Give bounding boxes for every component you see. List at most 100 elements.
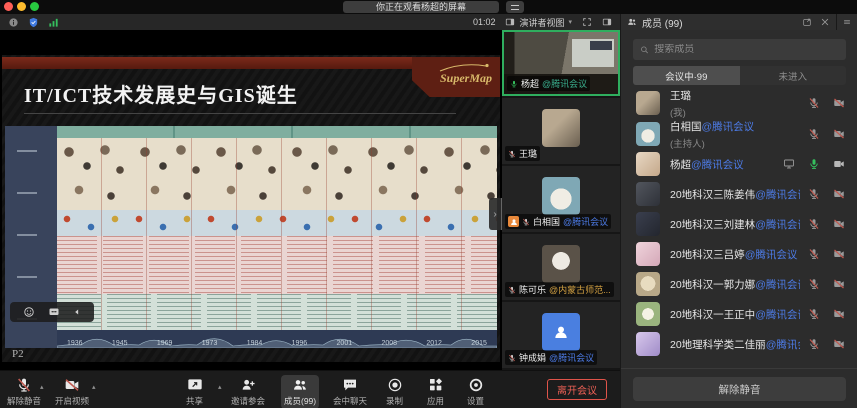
search-icon — [640, 45, 649, 55]
collapse-left-icon[interactable] — [73, 308, 81, 316]
mic-off-icon — [508, 286, 516, 294]
camera-off-icon[interactable] — [833, 308, 845, 320]
mic-off-icon[interactable] — [808, 308, 820, 320]
start-video-button[interactable]: 开启视频 — [52, 375, 92, 408]
camera-off-icon[interactable] — [833, 188, 845, 200]
camera-on-icon[interactable] — [833, 158, 845, 170]
slide-title: IT/ICT技术发展史与GIS诞生 — [24, 79, 298, 108]
member-row[interactable]: 20地科汉一王正中@腾讯会议 — [621, 299, 857, 329]
mic-on-icon[interactable] — [808, 158, 820, 170]
view-mode-dropdown[interactable]: 演讲者视图 ▾ — [505, 16, 572, 29]
chevron-down-icon: ▾ — [568, 18, 572, 26]
meeting-info-icon[interactable] — [8, 17, 19, 28]
security-shield-icon[interactable] — [28, 17, 39, 28]
member-row[interactable]: 白相国@腾讯会议 (主持人) — [621, 118, 857, 149]
camera-off-icon[interactable] — [833, 218, 845, 230]
mic-off-icon[interactable] — [808, 338, 820, 350]
tab-in-meeting[interactable]: 会议中·99 — [633, 66, 740, 85]
members-panel-footer: 解除静音 — [621, 368, 857, 408]
avatar — [636, 242, 660, 266]
smiley-reaction-icon[interactable] — [23, 306, 35, 318]
video-tile-wanglu[interactable]: 王璐 — [502, 98, 620, 164]
mic-off-icon[interactable] — [808, 218, 820, 230]
avatar — [636, 332, 660, 356]
camera-off-icon[interactable] — [833, 338, 845, 350]
camera-off-icon[interactable] — [833, 278, 845, 290]
member-row[interactable]: 20地科汉三吕婷@腾讯会议 — [621, 239, 857, 269]
leave-meeting-button[interactable]: 离开会议 — [547, 379, 607, 400]
record-icon — [387, 377, 403, 393]
layout-grid-icon — [505, 17, 515, 27]
member-name: 20地科汉一王正中 — [670, 309, 755, 321]
mic-options-caret[interactable]: ▴ — [40, 383, 44, 391]
timeline-year-labels: 19361945 19691973 19841996 20012008 2012… — [57, 340, 497, 347]
unmute-button[interactable]: 解除静音 — [4, 375, 44, 408]
video-tile-yangchao[interactable]: 杨超 @腾讯会议 — [502, 30, 620, 96]
video-tile-chenkele[interactable]: 陈可乐 @内蒙古师范... — [502, 234, 620, 300]
video-tile-baixiangguo[interactable]: 白相国 @腾讯会议 — [502, 166, 620, 232]
camera-off-icon[interactable] — [833, 248, 845, 260]
record-button[interactable]: 录制 — [383, 375, 406, 408]
chat-button[interactable]: 会中聊天 — [330, 375, 370, 408]
avatar — [636, 272, 660, 296]
member-name: 20地科汉三吕婷 — [670, 249, 745, 261]
avatar — [636, 122, 660, 146]
popout-panel-icon[interactable] — [802, 17, 812, 27]
video-tile-zhongchengjuan[interactable]: 钟成娟 @腾讯会议 — [502, 302, 620, 368]
minimize-window-button[interactable] — [17, 2, 26, 11]
member-row[interactable]: 20地科汉三陈姜伟@腾讯会议 — [621, 179, 857, 209]
participant-name: 陈可乐 — [519, 283, 546, 296]
meeting-toolbar: 解除静音 ▴ 开启视频 ▴ 共享 ▴ 邀请参会 成员(99) 会中聊天 录制 — [0, 370, 620, 408]
camera-off-icon[interactable] — [833, 128, 845, 140]
member-row[interactable]: 王璐 (我) — [621, 87, 857, 118]
person-add-icon — [240, 377, 256, 393]
member-search-box[interactable] — [633, 39, 846, 60]
projector-screen — [572, 39, 614, 67]
member-name: 杨超 — [670, 159, 691, 171]
share-screen-button[interactable]: 共享 — [183, 375, 206, 408]
participant-name: 杨超 — [521, 77, 539, 90]
share-options-caret[interactable]: ▴ — [218, 383, 222, 391]
invite-button[interactable]: 邀请参会 — [228, 375, 268, 408]
mic-off-icon[interactable] — [808, 248, 820, 260]
avatar — [636, 91, 660, 115]
apps-icon — [428, 377, 444, 393]
member-row[interactable]: 20地科汉一郭力娜@腾讯会议 — [621, 269, 857, 299]
mic-off-icon — [16, 377, 32, 393]
member-suffix: @腾讯会议 — [745, 249, 798, 261]
fullscreen-icon[interactable] — [582, 17, 592, 27]
unmute-all-button[interactable]: 解除静音 — [633, 377, 846, 401]
shared-screen-area: SuperMap IT/ICT技术发展史与GIS诞生 — [0, 30, 502, 370]
participant-name: 白相国 — [533, 215, 560, 228]
mic-off-icon[interactable] — [808, 128, 820, 140]
camera-off-icon[interactable] — [833, 97, 845, 109]
mic-off-icon[interactable] — [808, 188, 820, 200]
sidebar-layout-icon[interactable] — [602, 17, 612, 27]
member-name: 20地理科学类二佳丽 — [670, 339, 766, 351]
search-input[interactable] — [654, 44, 839, 55]
apps-button[interactable]: 应用 — [424, 375, 447, 408]
network-signal-icon — [48, 17, 59, 28]
thumbnails-collapse-handle[interactable]: › — [489, 198, 502, 230]
mic-off-icon[interactable] — [808, 97, 820, 109]
panel-extra-toggle[interactable] — [836, 14, 857, 30]
video-options-caret[interactable]: ▴ — [92, 383, 96, 391]
banner-menu-icon[interactable] — [506, 1, 524, 13]
member-row[interactable]: 杨超@腾讯会议 — [621, 149, 857, 179]
chat-bubble-icon[interactable] — [48, 306, 60, 318]
tab-not-joined[interactable]: 未进入 — [740, 66, 847, 85]
meeting-topbar: 01:02 演讲者视图 ▾ — [0, 14, 620, 30]
supermap-logo-badge: SuperMap — [412, 57, 500, 97]
mic-off-icon[interactable] — [808, 278, 820, 290]
members-button[interactable]: 成员(99) — [281, 375, 319, 408]
member-row[interactable]: 20地科汉三刘建林@腾讯会议 — [621, 209, 857, 239]
settings-button[interactable]: 设置 — [464, 375, 487, 408]
member-row[interactable]: 20地理科学类二佳丽@腾讯会议 — [621, 329, 857, 359]
default-person-icon — [553, 324, 569, 340]
avatar — [636, 152, 660, 176]
member-tabs: 会议中·99 未进入 — [633, 66, 846, 85]
mic-off-icon — [508, 354, 516, 362]
close-window-button[interactable] — [4, 2, 13, 11]
close-panel-icon[interactable] — [820, 17, 830, 27]
zoom-window-button[interactable] — [30, 2, 39, 11]
